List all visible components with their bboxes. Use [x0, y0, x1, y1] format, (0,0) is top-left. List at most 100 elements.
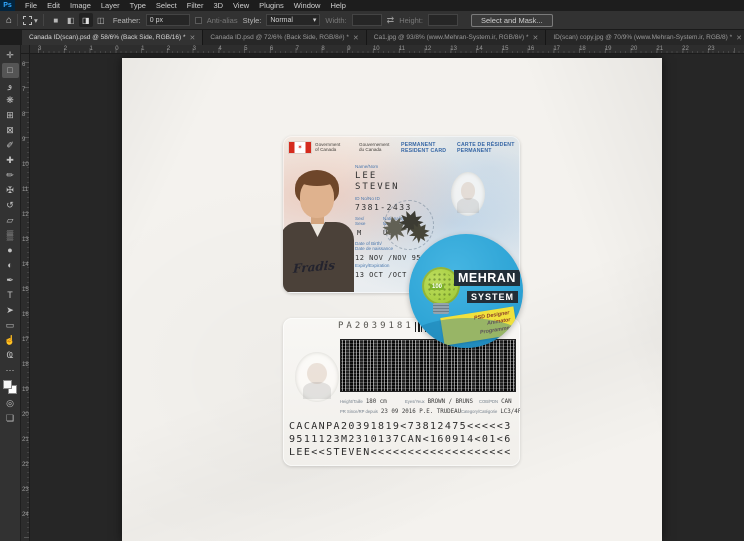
ruler-number: 18	[579, 45, 605, 53]
ruler-number: 7	[296, 45, 322, 53]
tool-icon: ✛	[6, 51, 14, 60]
menu-item[interactable]: Select	[151, 1, 182, 10]
cob-label: COB/PDN	[479, 399, 498, 404]
zoom-tool[interactable]: Ҩ	[2, 348, 19, 363]
tool-preset-dropdown[interactable]: ▾	[23, 16, 38, 25]
ruler-number: 6	[270, 45, 296, 53]
quick-mask-button[interactable]: ◎	[2, 396, 19, 411]
feather-label: Feather:	[113, 16, 141, 25]
expiry-label: Expiry/Expiration	[355, 263, 389, 268]
menu-item[interactable]: Window	[289, 1, 326, 10]
menu-item[interactable]: Type	[125, 1, 151, 10]
tab-label: Ca1.jpg @ 93/8% (www.Mehran-System.ir, R…	[374, 34, 529, 41]
tool-icon: ▭	[6, 321, 15, 330]
tool-icon: ☝	[4, 336, 15, 345]
move-tool[interactable]: ✛	[2, 48, 19, 63]
hand-tool[interactable]: ☝	[2, 333, 19, 348]
ghost-photo	[295, 352, 339, 402]
edit-toolbar[interactable]: ⋯	[2, 363, 19, 378]
horizontal-ruler[interactable]: 3210123456789101112131415161718192021222…	[30, 45, 744, 54]
ruler-number: 18	[21, 362, 29, 387]
name-line2: STEVEN	[355, 182, 400, 192]
clone-stamp-tool[interactable]: ✠	[2, 183, 19, 198]
blur-tool[interactable]: ●	[2, 243, 19, 258]
tab-close-icon[interactable]: ✕	[190, 34, 196, 42]
anti-alias-checkbox[interactable]	[195, 17, 202, 24]
ruler-corner	[21, 45, 30, 54]
feather-input[interactable]: 0 px	[146, 14, 190, 26]
pen-tool[interactable]: ✒	[2, 273, 19, 288]
selection-mode-icon[interactable]: ■	[49, 13, 63, 27]
document-tab[interactable]: Canada ID.psd @ 72/6% (Back Side, RGB/8#…	[203, 30, 366, 45]
menu-item[interactable]: Image	[65, 1, 96, 10]
gov-canada-fr: Gouvernement du Canada	[359, 142, 389, 153]
menu-item[interactable]: Help	[325, 1, 350, 10]
tab-close-icon[interactable]: ✕	[736, 34, 742, 42]
healing-brush-tool[interactable]: ✚	[2, 153, 19, 168]
document-tab[interactable]: Ca1.jpg @ 93/8% (www.Mehran-System.ir, R…	[367, 30, 547, 45]
eyedropper-tool[interactable]: ✐	[2, 138, 19, 153]
height-input[interactable]	[428, 14, 458, 26]
category-field: Category/Catégorie LC3/4F2	[461, 409, 520, 415]
tab-close-icon[interactable]: ✕	[353, 34, 359, 42]
tool-icon: ❋	[6, 96, 14, 105]
menu-item[interactable]: View	[228, 1, 254, 10]
ruler-number: 16	[528, 45, 554, 53]
options-bar: ⌂ ▾ ■◧◨◫ Feather: 0 px Anti-alias Style:…	[0, 11, 744, 30]
foreground-color-swatch[interactable]	[3, 380, 12, 389]
tool-icon: ◎	[6, 399, 14, 408]
select-and-mask-button[interactable]: Select and Mask...	[471, 14, 553, 27]
id-number-label: ID No/No ID	[355, 196, 380, 201]
tab-close-icon[interactable]: ✕	[532, 34, 538, 42]
home-icon[interactable]: ⌂	[6, 15, 12, 26]
ruler-number: 1	[90, 45, 116, 53]
sex-value: M	[357, 229, 361, 237]
style-select[interactable]: Normal ▾	[266, 14, 320, 26]
lasso-tool[interactable]: و	[2, 78, 19, 93]
ruler-number: 0	[115, 45, 141, 53]
badge-title: MEHRAN	[454, 270, 520, 286]
frame-tool[interactable]: ⊠	[2, 123, 19, 138]
document-tab[interactable]: ID(scan) copy.jpg @ 70/9% (www.Mehran-Sy…	[546, 30, 744, 45]
mrz-line-3: LEE<<STEVEN<<<<<<<<<<<<<<<<<<<	[289, 446, 512, 459]
selection-mode-icon[interactable]: ◨	[79, 13, 93, 27]
marquee-tool[interactable]: □	[2, 63, 19, 78]
rectangle-tool[interactable]: ▭	[2, 318, 19, 333]
vertical-ruler[interactable]: 6789101112131415161718192021222324	[21, 54, 30, 541]
style-value: Normal	[270, 17, 293, 24]
crop-tool[interactable]: ⊞	[2, 108, 19, 123]
path-selection-tool[interactable]: ➤	[2, 303, 19, 318]
type-tool[interactable]: T	[2, 288, 19, 303]
history-brush-tool[interactable]: ↺	[2, 198, 19, 213]
menu-item[interactable]: Layer	[96, 1, 125, 10]
gradient-tool[interactable]: ▒	[2, 228, 19, 243]
menu-item[interactable]: File	[20, 1, 42, 10]
document-paper[interactable]: ✶ Government of Canada Gouvernement du C…	[122, 58, 662, 541]
document-tab[interactable]: Canada ID(scan).psd @ 58/6% (Back Side, …	[22, 30, 203, 45]
eraser-tool[interactable]: ▱	[2, 213, 19, 228]
selection-mode-icon[interactable]: ◫	[94, 13, 108, 27]
mehran-system-badge: 100 MEHRAN SYSTEM PSD DesignerAnimatorPr…	[409, 234, 523, 348]
dob-value: 12 NOV /NOV 95	[355, 254, 421, 262]
menu-item[interactable]: Filter	[182, 1, 209, 10]
ruler-number: 19	[21, 387, 29, 412]
brush-tool[interactable]: ✏	[2, 168, 19, 183]
lightbulb-base	[433, 303, 449, 314]
swap-dimensions-icon[interactable]: ⇄	[387, 15, 395, 26]
dodge-tool[interactable]: ◐	[2, 258, 19, 273]
selection-mode-icon[interactable]: ◧	[64, 13, 78, 27]
portrait-fringe	[298, 173, 336, 186]
canvas-area[interactable]: ✶ Government of Canada Gouvernement du C…	[30, 54, 744, 541]
width-input[interactable]	[352, 14, 382, 26]
foreground-background-colors[interactable]	[3, 380, 17, 394]
eyes-field: Eyes/Yeux BROWN / BRUNS	[405, 399, 473, 405]
menu-item[interactable]: 3D	[208, 1, 228, 10]
menu-item[interactable]: Plugins	[254, 1, 289, 10]
name-line1: LEE	[355, 171, 377, 181]
menu-item[interactable]: Edit	[42, 1, 65, 10]
screen-mode-button[interactable]: ❏	[2, 411, 19, 426]
category-value: LC3/4F2	[500, 409, 520, 415]
quick-selection-tool[interactable]: ❋	[2, 93, 19, 108]
height-field: Height/Taille 180 cm	[340, 399, 387, 405]
category-label: Category/Catégorie	[461, 409, 497, 414]
